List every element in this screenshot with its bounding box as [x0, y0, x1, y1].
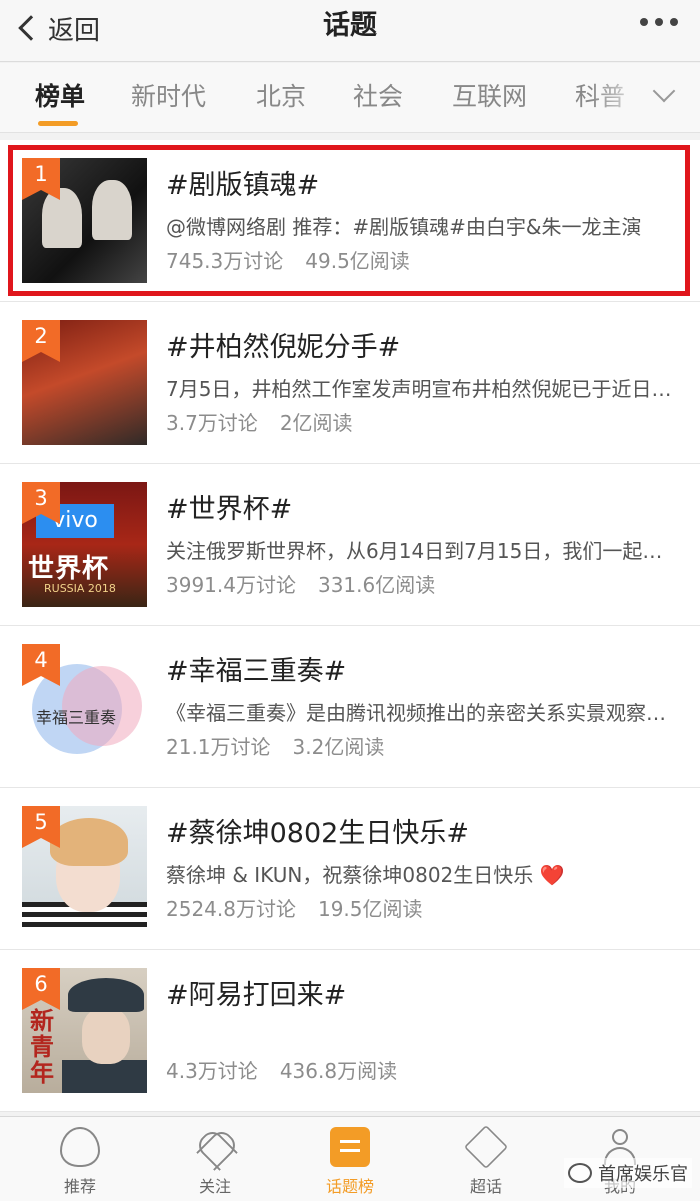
list-item[interactable]: vivo 世界杯 RUSSIA 2018 3 #世界杯# 关注俄罗斯世界杯，从6… [0, 464, 700, 626]
tab-beijing[interactable]: 北京 [256, 81, 306, 113]
rank-badge: 3 [22, 482, 60, 526]
highlight-frame [8, 145, 690, 296]
tab-new-era[interactable]: 新时代 [131, 81, 206, 113]
bottom-tab-label: 关注 [198, 1177, 231, 1196]
tab-society[interactable]: 社会 [353, 81, 403, 113]
more-options-icon[interactable] [640, 18, 678, 26]
rank-badge: 4 [22, 644, 60, 688]
read-count: 3.2亿阅读 [292, 735, 385, 759]
watermark: 首席娱乐官 [564, 1158, 692, 1188]
bottom-tab-label: 话题榜 [325, 1177, 374, 1196]
category-tabs: 榜单 新时代 北京 社会 互联网 科普 [0, 63, 700, 133]
bottom-tab-follow[interactable]: 关注 [165, 1117, 265, 1201]
thumbnail-caption: 世界杯 [28, 554, 110, 584]
wechat-icon [568, 1163, 592, 1183]
topic-stats: 4.3万讨论 436.8万阅读 [166, 1057, 397, 1085]
bottom-tab-ranking[interactable]: 话题榜 [300, 1117, 400, 1201]
thumbnail-subcaption: RUSSIA 2018 [44, 582, 116, 595]
topic-stats: 2524.8万讨论 19.5亿阅读 [166, 895, 423, 923]
list-item[interactable]: 幸福三重奏 4 #幸福三重奏# 《幸福三重奏》是由腾讯视频推出的亲密关系实景观察… [0, 626, 700, 788]
watermark-text: 首席娱乐官 [598, 1164, 688, 1185]
discussion-count: 3991.4万讨论 [166, 573, 296, 597]
read-count: 436.8万阅读 [279, 1059, 398, 1083]
list-item[interactable]: 5 #蔡徐坤0802生日快乐# 蔡徐坤 & IKUN，祝蔡徐坤0802生日快乐 … [0, 788, 700, 950]
heart-icon [195, 1127, 235, 1167]
read-count: 2亿阅读 [279, 411, 353, 435]
topic-description: 蔡徐坤 & IKUN，祝蔡徐坤0802生日快乐 ❤️ [166, 863, 565, 887]
thumbnail-caption: 幸福三重奏 [36, 708, 117, 727]
active-tab-indicator [38, 121, 78, 126]
discussion-count: 2524.8万讨论 [166, 897, 296, 921]
list-item[interactable]: 新青年 6 #阿易打回来# 4.3万讨论 436.8万阅读 [0, 950, 700, 1112]
flame-icon [60, 1127, 100, 1167]
rank-badge: 2 [22, 320, 60, 364]
tab-internet[interactable]: 互联网 [452, 81, 527, 113]
bottom-tab-label: 超话 [469, 1177, 502, 1196]
list-item[interactable]: 1 #剧版镇魂# @微博网络剧 推荐：#剧版镇魂#由白宇&朱一龙主演 745.3… [0, 140, 700, 302]
list-item[interactable]: 2 #井柏然倪妮分手# 7月5日，井柏然工作室发声明宣布井柏然倪妮已于近日分手 … [0, 302, 700, 464]
rank-badge: 6 [22, 968, 60, 1012]
thumbnail-caption: 新青年 [30, 1007, 54, 1087]
topic-stats: 3.7万讨论 2亿阅读 [166, 409, 353, 437]
discussion-count: 4.3万讨论 [166, 1059, 258, 1083]
ranking-icon [330, 1127, 370, 1167]
topic-title: #蔡徐坤0802生日快乐# [166, 818, 469, 849]
top-nav-bar: 返回 话题 [0, 0, 700, 62]
read-count: 331.6亿阅读 [317, 573, 436, 597]
topic-title: #幸福三重奏# [166, 656, 347, 687]
discussion-count: 3.7万讨论 [166, 411, 258, 435]
topic-description: 7月5日，井柏然工作室发声明宣布井柏然倪妮已于近日分手 [166, 377, 674, 401]
discussion-count: 21.1万讨论 [166, 735, 271, 759]
rank-badge: 5 [22, 806, 60, 850]
super-topic-icon [463, 1124, 509, 1170]
topic-title: #阿易打回来# [166, 980, 347, 1011]
topic-description: 关注俄罗斯世界杯，从6月14日到7月15日，我们一起见证 [166, 539, 674, 563]
topic-title: #世界杯# [166, 494, 293, 525]
bottom-tab-recommend[interactable]: 推荐 [30, 1117, 130, 1201]
topic-stats: 3991.4万讨论 331.6亿阅读 [166, 571, 435, 599]
read-count: 19.5亿阅读 [317, 897, 423, 921]
bottom-tab-super-topic[interactable]: 超话 [436, 1117, 536, 1201]
page-title: 话题 [323, 10, 377, 41]
tab-leaderboard[interactable]: 榜单 [35, 81, 85, 113]
topic-stats: 21.1万讨论 3.2亿阅读 [166, 733, 384, 761]
topic-description: 《幸福三重奏》是由腾讯视频推出的亲密关系实景观察节目 [166, 701, 674, 725]
topic-title: #井柏然倪妮分手# [166, 332, 401, 363]
topic-list: 1 #剧版镇魂# @微博网络剧 推荐：#剧版镇魂#由白宇&朱一龙主演 745.3… [0, 140, 700, 1112]
bottom-tab-label: 推荐 [63, 1177, 96, 1196]
